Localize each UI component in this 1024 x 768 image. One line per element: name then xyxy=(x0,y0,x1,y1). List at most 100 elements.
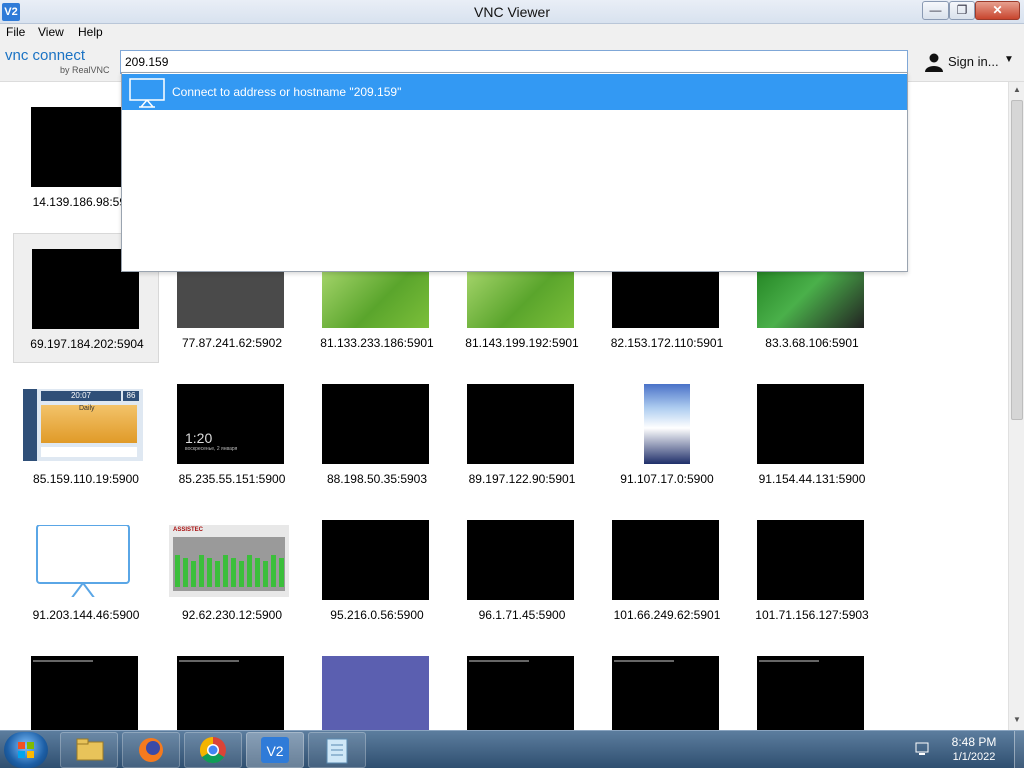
maximize-button[interactable]: ❐ xyxy=(949,1,975,20)
connection-tile[interactable]: 89.197.122.90:5901 xyxy=(449,369,595,499)
connection-thumbnail xyxy=(31,656,138,730)
connection-thumbnail xyxy=(322,384,429,464)
menu-help[interactable]: Help xyxy=(78,25,103,39)
connection-tile[interactable]: 1:20 воскресенье, 2 января 85.235.55.151:5… xyxy=(159,369,305,499)
connection-address-label: 82.153.172.110:5901 xyxy=(610,336,724,350)
vnc-viewer-icon: V2 xyxy=(261,737,289,763)
connection-tile[interactable]: 101.71.156.127:5903 xyxy=(739,505,885,635)
title-bar: V2 VNC Viewer — ❐ ✕ xyxy=(0,0,1024,24)
connection-thumbnail xyxy=(757,384,864,464)
clock-date[interactable]: 1/1/2022 xyxy=(948,751,1000,763)
file-explorer-icon xyxy=(76,738,104,761)
logo-subtext: by RealVNC xyxy=(60,65,110,75)
connection-address-label: 101.66.249.62:5901 xyxy=(613,608,721,622)
network-icon[interactable] xyxy=(914,741,932,757)
lockscreen-date: воскресенье, 2 января xyxy=(185,446,238,452)
window-title: VNC Viewer xyxy=(474,4,550,20)
address-suggestions-dropdown: Connect to address or hostname "209.159" xyxy=(121,72,908,272)
connection-tile[interactable] xyxy=(449,641,595,730)
connection-address-label: 83.3.68.106:5901 xyxy=(765,336,859,350)
vnc-connect-logo: vnc connect by RealVNC xyxy=(5,45,113,79)
minimize-button[interactable]: — xyxy=(922,1,949,20)
connection-address-label: 89.197.122.90:5901 xyxy=(468,472,576,486)
connection-tile[interactable]: 88.198.50.35:5903 xyxy=(304,369,450,499)
menu-file[interactable]: File xyxy=(6,25,25,39)
connection-address-label: 91.154.44.131:5900 xyxy=(758,472,866,486)
monitor-icon xyxy=(36,525,130,597)
connection-thumbnail xyxy=(322,520,429,600)
connection-tile[interactable] xyxy=(304,641,450,730)
panel-time: 20:07 xyxy=(70,391,92,400)
connection-address-label: 88.198.50.35:5903 xyxy=(326,472,428,486)
connection-address-label: 85.159.110.19:5900 xyxy=(33,472,139,486)
start-button[interactable] xyxy=(4,732,48,768)
system-tray: 8:48 PM 1/1/2022 xyxy=(900,731,1024,768)
clock-time[interactable]: 8:48 PM xyxy=(948,735,1000,749)
connection-tile[interactable]: 95.216.0.56:5900 xyxy=(304,505,450,635)
taskbar: V2 8:48 PM 1/1/2022 xyxy=(0,730,1024,768)
scrollbar-thumb[interactable] xyxy=(1011,100,1023,420)
connection-address-label: 91.203.144.46:5900 xyxy=(32,608,140,622)
taskbar-chrome[interactable] xyxy=(184,732,242,768)
connection-thumbnail: ASSISTEC xyxy=(169,525,289,597)
connection-address-label: 101.71.156.127:5903 xyxy=(755,608,869,622)
close-button[interactable]: ✕ xyxy=(975,1,1020,20)
connection-tile[interactable] xyxy=(159,641,305,730)
panel-title: Daily xyxy=(79,405,95,412)
connection-thumbnail xyxy=(23,525,143,597)
sign-in-label: Sign in... xyxy=(948,54,999,69)
connection-thumbnail xyxy=(467,384,574,464)
show-desktop-button[interactable] xyxy=(1014,731,1024,768)
connection-address-label: 85.235.55.151:5900 xyxy=(178,472,286,486)
connect-to-address-option[interactable]: Connect to address or hostname "209.159" xyxy=(122,74,907,110)
person-icon xyxy=(925,53,943,72)
connection-address-label: 92.62.230.12:5900 xyxy=(181,608,283,622)
windows-logo-icon xyxy=(18,742,34,758)
connection-thumbnail xyxy=(644,384,690,464)
menu-view[interactable]: View xyxy=(38,25,64,39)
connection-thumbnail xyxy=(177,656,284,730)
address-search-input[interactable] xyxy=(120,50,908,74)
taskbar-firefox[interactable] xyxy=(122,732,180,768)
connection-thumbnail xyxy=(757,520,864,600)
connection-address-label: 95.216.0.56:5900 xyxy=(330,608,424,622)
connection-thumbnail xyxy=(322,656,429,730)
connection-address-label: 81.133.233.186:5901 xyxy=(320,336,434,350)
connection-tile[interactable]: ASSISTEC 92.62.230.12:5900 xyxy=(159,505,305,635)
taskbar-notepad[interactable] xyxy=(308,732,366,768)
connection-tile[interactable] xyxy=(594,641,740,730)
monitor-icon xyxy=(129,78,165,108)
connection-thumbnail xyxy=(467,520,574,600)
svg-text:V2: V2 xyxy=(266,743,283,759)
connection-address-label: 81.143.199.192:5901 xyxy=(465,336,579,350)
connection-tile[interactable]: 20:07 86 Daily 85.159.110.19:5900 xyxy=(13,369,159,499)
lockscreen-time: 1:20 xyxy=(185,430,213,446)
connection-tile[interactable] xyxy=(739,641,885,730)
connection-address-label: 69.197.184.202:5904 xyxy=(30,337,144,351)
firefox-icon xyxy=(139,738,163,762)
connection-address-label: 96.1.71.45:5900 xyxy=(478,608,566,622)
taskbar-file-explorer[interactable] xyxy=(60,732,118,768)
connection-tile[interactable] xyxy=(13,641,159,730)
connection-tile[interactable]: 91.107.17.0:5900 xyxy=(594,369,740,499)
connection-address-label: 77.87.241.62:5902 xyxy=(181,336,283,350)
scroll-up-icon[interactable]: ▲ xyxy=(1011,84,1023,96)
connection-tile[interactable]: 91.154.44.131:5900 xyxy=(739,369,885,499)
connect-option-label: Connect to address or hostname "209.159" xyxy=(172,85,402,99)
taskbar-vnc-viewer[interactable]: V2 xyxy=(246,732,304,768)
panel-value: 86 xyxy=(126,391,136,400)
connection-thumbnail xyxy=(612,656,719,730)
connection-tile[interactable]: 91.203.144.46:5900 xyxy=(13,505,159,635)
connection-thumbnail: 1:20 воскресенье, 2 января xyxy=(177,384,284,464)
notepad-icon xyxy=(326,738,348,764)
chevron-down-icon: ▼ xyxy=(1004,54,1014,65)
connection-tile[interactable]: 101.66.249.62:5901 xyxy=(594,505,740,635)
vertical-scrollbar[interactable]: ▲ ▼ xyxy=(1008,82,1024,730)
connection-address-label: 91.107.17.0:5900 xyxy=(620,472,714,486)
chrome-icon xyxy=(199,736,226,764)
connection-thumbnail xyxy=(757,656,864,730)
scroll-down-icon[interactable]: ▼ xyxy=(1011,714,1023,726)
logo-text: vnc connect xyxy=(5,47,86,64)
connection-tile[interactable]: 96.1.71.45:5900 xyxy=(449,505,595,635)
connection-thumbnail xyxy=(467,656,574,730)
